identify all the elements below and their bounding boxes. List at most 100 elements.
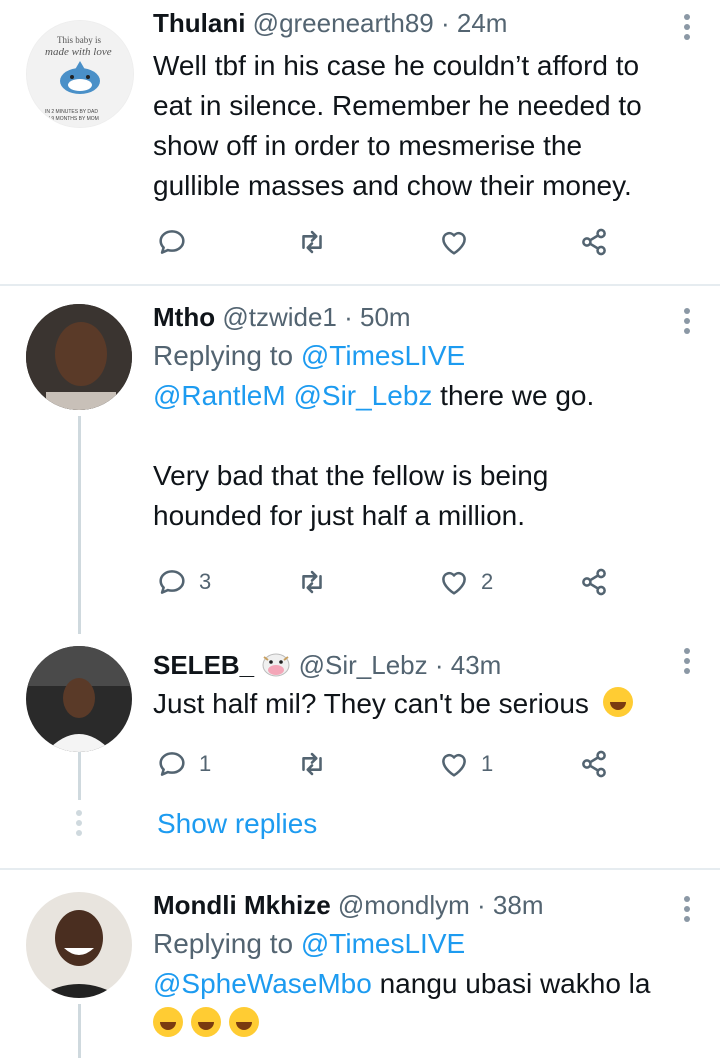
share-button[interactable] [577,744,611,784]
timestamp[interactable]: · 24m [441,8,507,38]
replying-to: Replying to @TimesLIVE [153,340,466,371]
rolling-on-floor-laughing-emoji [190,1007,221,1037]
text-line: gullible masses and chow their money. [153,170,632,201]
like-count: 2 [481,569,494,594]
reply-icon [159,752,185,776]
replying-to: Replying to @TimesLIVE [153,928,466,959]
profile-photo [26,892,132,998]
shark-onesie-image: This baby is made with love IN 2 MINUTES… [27,21,133,127]
text-line: @SpheWaseMbo nangu ubasi wakho la [153,968,651,999]
reply-button[interactable]: 3 [155,562,211,602]
reply-count: 1 [199,751,212,776]
avatar[interactable] [26,646,132,752]
author-name[interactable]: Mtho [153,302,215,332]
tweet-text: @RantleM @Sir_Lebz there we go. Very bad… [153,376,668,536]
author-name[interactable]: Thulani [153,8,245,38]
like-button[interactable] [437,222,481,262]
svg-text:This baby is: This baby is [57,35,101,45]
mention-link[interactable]: @SpheWaseMbo [153,968,372,999]
retweet-button[interactable] [295,744,339,784]
author-name[interactable]: Mondli Mkhize [153,890,331,920]
more-options-icon[interactable] [684,648,692,678]
tweet-content: Mondli Mkhize @mondlym · 38m Replying to… [153,888,668,1044]
retweet-icon [302,570,322,594]
share-button[interactable] [577,562,611,602]
author-handle[interactable]: @greenearth89 [253,8,434,38]
svg-text:IN 2 MINUTES BY DAD: IN 2 MINUTES BY DAD [45,109,98,115]
text-line: Very bad that the fellow is being [153,460,549,491]
text-line: @RantleM @Sir_Lebz there we go. [153,380,595,411]
text-line: Well tbf in his case he couldn’t afford … [153,50,640,81]
reply-icon [159,230,185,254]
tweet-actions [153,222,623,262]
retweet-button[interactable] [295,222,339,262]
replying-to-link[interactable]: @TimesLIVE [301,340,465,371]
tweet-text: @SpheWaseMbo nangu ubasi wakho la [153,964,668,1044]
tweet-actions: 3 2 [153,562,623,602]
share-icon [582,750,606,778]
share-button[interactable] [577,222,611,262]
more-options-icon[interactable] [684,14,692,44]
rolling-on-floor-laughing-emoji [228,1007,259,1037]
tweet-actions: 1 1 [153,744,623,784]
thread-line [78,1004,81,1058]
heart-icon [442,571,466,595]
timestamp[interactable]: · 38m [477,890,543,920]
tweet-header: Thulani @greenearth89 · 24m [153,6,668,40]
thread-line [78,752,81,800]
tweet-header: Mondli Mkhize @mondlym · 38m [153,888,668,922]
mention-links[interactable]: @RantleM @Sir_Lebz [153,380,432,411]
profile-photo [26,646,132,752]
author-handle[interactable]: @mondlym [338,890,470,920]
tweet-text: Just half mil? They can't be serious [153,684,668,724]
text-line: show off in order to mesmerise the [153,130,583,161]
text-line: hounded for just half a million. [153,500,525,531]
tweet-mtho[interactable]: Mtho @tzwide1 · 50m Replying to @TimesLI… [0,286,720,626]
tweet-seleb[interactable]: SELEB_ @Sir_Lebz · 43m Just half mil? Th… [0,626,720,868]
author-handle[interactable]: @tzwide1 [222,302,337,332]
avatar[interactable]: This baby is made with love IN 2 MINUTES… [26,20,134,128]
reply-button[interactable]: 1 [155,744,211,784]
reply-icon [159,570,185,594]
grinning-sweat-emoji [602,687,633,717]
more-options-icon[interactable] [684,308,692,338]
text-line: eat in silence. Remember he needed to [153,90,642,121]
rolling-on-floor-laughing-emoji [153,1007,183,1037]
cow-face-emoji [261,652,291,678]
tweet-mondli[interactable]: Mondli Mkhize @mondlym · 38m Replying to… [0,870,720,1058]
author-name[interactable]: SELEB_ [153,650,254,680]
tweet-text: Well tbf in his case he couldn’t afford … [153,46,668,206]
tweet-header: SELEB_ @Sir_Lebz · 43m [153,648,668,682]
more-options-icon[interactable] [684,896,692,926]
thread-dots [76,810,82,840]
tweet-thulani[interactable]: This baby is made with love IN 2 MINUTES… [0,0,720,285]
like-button[interactable]: 2 [437,562,493,602]
heart-icon [442,231,466,255]
share-icon [582,228,606,256]
like-count: 1 [481,751,494,776]
author-handle[interactable]: @Sir_Lebz [299,650,428,680]
tweet-content: Thulani @greenearth89 · 24m Well tbf in … [153,6,668,206]
heart-icon [442,753,466,777]
text-line: Just half mil? They can't be serious [153,688,589,719]
reply-count: 3 [199,569,212,594]
tweet-content: Mtho @tzwide1 · 50m Replying to @TimesLI… [153,300,668,536]
thread-line [78,416,81,634]
tweet-content: SELEB_ @Sir_Lebz · 43m Just half mil? Th… [153,648,668,724]
like-button[interactable]: 1 [437,744,493,784]
retweet-button[interactable] [295,562,339,602]
tweet-header: Mtho @tzwide1 · 50m [153,300,668,334]
timestamp[interactable]: · 50m [344,302,410,332]
svg-text:made with love: made with love [45,46,112,58]
profile-photo [26,304,132,410]
retweet-icon [302,230,322,254]
avatar[interactable] [26,892,132,998]
trailing-emojis [153,1004,668,1044]
avatar[interactable] [26,304,132,410]
share-icon [582,568,606,596]
replying-to-link[interactable]: @TimesLIVE [301,928,465,959]
timestamp[interactable]: · 43m [435,650,501,680]
reply-button[interactable] [155,222,199,262]
svg-text:IN 9 MONTHS BY MOM: IN 9 MONTHS BY MOM [45,116,99,122]
show-replies-link[interactable]: Show replies [157,808,317,840]
